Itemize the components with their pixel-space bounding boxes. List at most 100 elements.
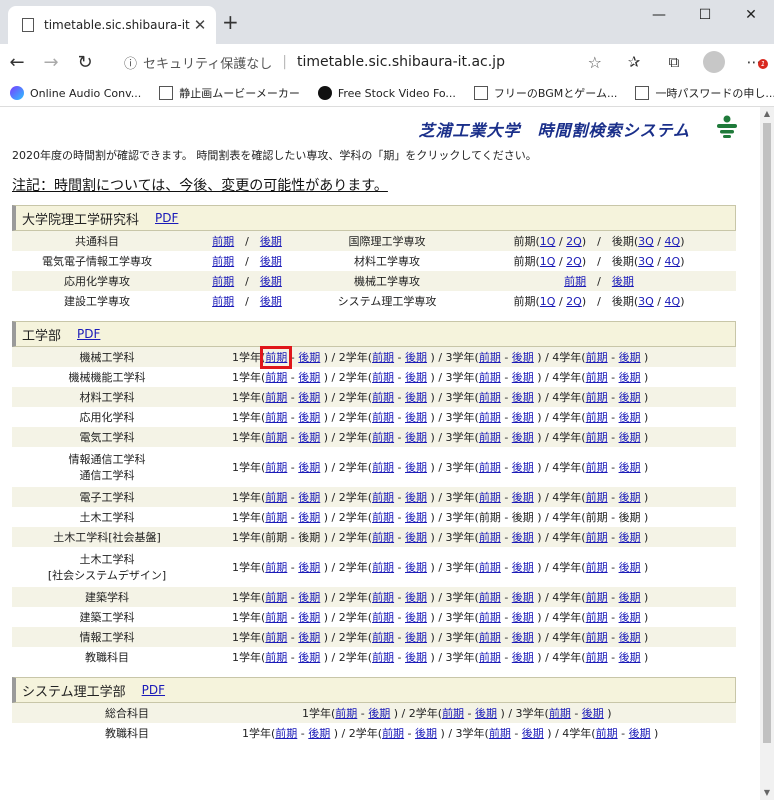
zenki-link[interactable]: 前期 <box>586 371 608 384</box>
zenki-link[interactable]: 前期 <box>382 727 404 740</box>
kouki-link[interactable]: 後期 <box>298 411 320 424</box>
zenki-link[interactable]: 前期 <box>265 391 287 404</box>
bookmark-item[interactable]: 静止画ムービーメーカー <box>159 85 300 101</box>
kouki-link[interactable]: 後期 <box>512 531 534 544</box>
zenki-link[interactable]: 前期 <box>265 491 287 504</box>
kouki-link[interactable]: 後期 <box>619 461 641 474</box>
zenki-link[interactable]: 前期 <box>489 727 511 740</box>
bookmark-item[interactable]: 一時パスワードの申し... <box>635 85 774 101</box>
kouki-link[interactable]: 後期 <box>512 371 534 384</box>
close-tab-icon[interactable]: ✕ <box>190 16 210 34</box>
kouki-link[interactable]: 後期 <box>619 411 641 424</box>
zenki-link[interactable]: 前期 <box>265 511 287 524</box>
kouki-link[interactable]: 後期 <box>619 391 641 404</box>
bookmark-item[interactable]: フリーのBGMとゲーム... <box>473 85 617 101</box>
kouki-link[interactable]: 後期 <box>260 235 282 248</box>
kouki-link[interactable]: 後期 <box>298 651 320 664</box>
zenki-link[interactable]: 前期 <box>479 531 501 544</box>
zenki-link[interactable]: 前期 <box>372 611 394 624</box>
kouki-link[interactable]: 後期 <box>512 611 534 624</box>
new-tab-icon[interactable]: + <box>222 10 239 34</box>
zenki-link[interactable]: 前期 <box>265 431 287 444</box>
pdf-link[interactable]: PDF <box>77 327 100 341</box>
kouki-link[interactable]: 後期 <box>512 561 534 574</box>
zenki-link[interactable]: 前期 <box>586 461 608 474</box>
zenki-link[interactable]: 前期 <box>212 235 234 248</box>
kouki-link[interactable]: 後期 <box>260 255 282 268</box>
forward-icon[interactable]: → <box>34 52 68 73</box>
zenki-link[interactable]: 前期 <box>586 591 608 604</box>
kouki-link[interactable]: 後期 <box>405 431 427 444</box>
zenki-link[interactable]: 前期 <box>479 411 501 424</box>
zenki-link[interactable]: 前期 <box>372 371 394 384</box>
menu-icon[interactable]: ⋯ 1 <box>734 53 774 71</box>
kouki-link[interactable]: 後期 <box>405 491 427 504</box>
zenki-link[interactable]: 前期 <box>442 707 464 720</box>
kouki-link[interactable]: 後期 <box>619 431 641 444</box>
zenki-link[interactable]: 前期 <box>479 591 501 604</box>
kouki-link[interactable]: 後期 <box>368 707 390 720</box>
zenki-link[interactable]: 前期 <box>335 707 357 720</box>
zenki-link[interactable]: 前期 <box>265 611 287 624</box>
zenki-link[interactable]: 前期 <box>479 611 501 624</box>
star-icon[interactable]: ☆ <box>588 53 602 72</box>
kouki-link[interactable]: 後期 <box>582 707 604 720</box>
zenki-link[interactable]: 前期 <box>212 295 234 308</box>
quarter-link[interactable]: 1Q <box>540 295 556 308</box>
kouki-link[interactable]: 後期 <box>619 531 641 544</box>
zenki-link[interactable]: 前期 <box>586 391 608 404</box>
zenki-link[interactable]: 前期 <box>564 275 586 288</box>
kouki-link[interactable]: 後期 <box>619 591 641 604</box>
zenki-link[interactable]: 前期 <box>372 411 394 424</box>
zenki-link[interactable]: 前期 <box>372 631 394 644</box>
kouki-link[interactable]: 後期 <box>619 491 641 504</box>
favorites-icon[interactable]: ✰ <box>614 53 654 71</box>
pdf-link[interactable]: PDF <box>155 211 178 225</box>
kouki-link[interactable]: 後期 <box>298 351 320 364</box>
kouki-link[interactable]: 後期 <box>405 351 427 364</box>
quarter-link[interactable]: 2Q <box>566 295 582 308</box>
vertical-scrollbar[interactable]: ▲ ▼ <box>760 107 774 800</box>
kouki-link[interactable]: 後期 <box>512 631 534 644</box>
window-close-icon[interactable]: ✕ <box>728 0 774 30</box>
zenki-link[interactable]: 前期 <box>479 431 501 444</box>
zenki-link[interactable]: 前期 <box>372 351 394 364</box>
kouki-link[interactable]: 後期 <box>619 561 641 574</box>
bookmark-item[interactable]: Online Audio Conv... <box>10 86 141 100</box>
maximize-icon[interactable]: ☐ <box>682 0 728 30</box>
kouki-link[interactable]: 後期 <box>629 727 651 740</box>
kouki-link[interactable]: 後期 <box>298 611 320 624</box>
kouki-link[interactable]: 後期 <box>612 275 634 288</box>
kouki-link[interactable]: 後期 <box>298 431 320 444</box>
kouki-link[interactable]: 後期 <box>298 391 320 404</box>
zenki-link[interactable]: 前期 <box>265 561 287 574</box>
reload-icon[interactable]: ↻ <box>68 52 102 73</box>
kouki-link[interactable]: 後期 <box>619 351 641 364</box>
zenki-link[interactable]: 前期 <box>479 461 501 474</box>
kouki-link[interactable]: 後期 <box>405 651 427 664</box>
zenki-link[interactable]: 前期 <box>586 431 608 444</box>
zenki-link[interactable]: 前期 <box>596 727 618 740</box>
zenki-link[interactable]: 前期 <box>372 651 394 664</box>
kouki-link[interactable]: 後期 <box>512 491 534 504</box>
kouki-link[interactable]: 後期 <box>512 591 534 604</box>
quarter-link[interactable]: 4Q <box>665 295 681 308</box>
kouki-link[interactable]: 後期 <box>405 371 427 384</box>
zenki-link[interactable]: 前期 <box>586 411 608 424</box>
kouki-link[interactable]: 後期 <box>512 351 534 364</box>
kouki-link[interactable]: 後期 <box>405 561 427 574</box>
zenki-link[interactable]: 前期 <box>260 346 293 369</box>
zenki-link[interactable]: 前期 <box>586 351 608 364</box>
kouki-link[interactable]: 後期 <box>619 631 641 644</box>
zenki-link[interactable]: 前期 <box>372 391 394 404</box>
kouki-link[interactable]: 後期 <box>512 651 534 664</box>
quarter-link[interactable]: 2Q <box>566 255 582 268</box>
quarter-link[interactable]: 3Q <box>638 295 654 308</box>
kouki-link[interactable]: 後期 <box>405 531 427 544</box>
kouki-link[interactable]: 後期 <box>415 727 437 740</box>
kouki-link[interactable]: 後期 <box>512 391 534 404</box>
collections-icon[interactable]: ⧉ <box>654 53 694 71</box>
zenki-link[interactable]: 前期 <box>586 561 608 574</box>
pdf-link[interactable]: PDF <box>142 683 165 697</box>
kouki-link[interactable]: 後期 <box>619 651 641 664</box>
